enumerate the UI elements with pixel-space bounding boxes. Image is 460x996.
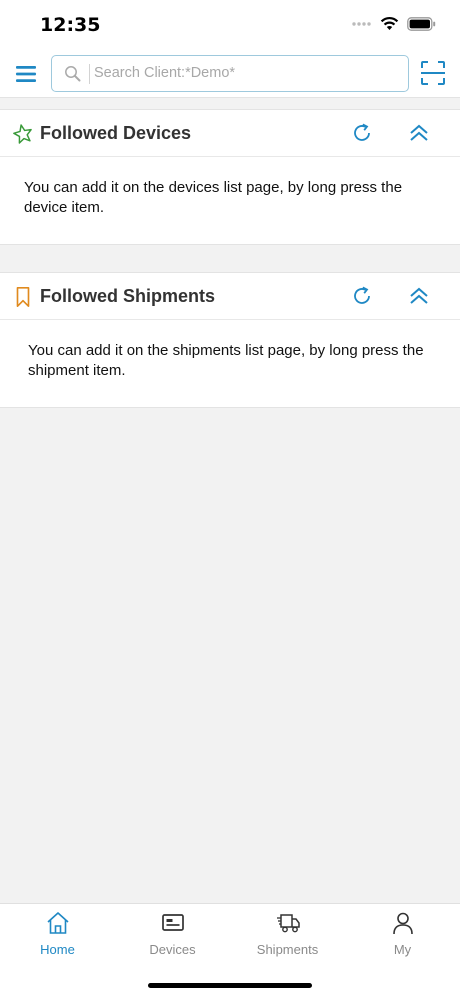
bookmark-outline-icon bbox=[16, 287, 30, 307]
search-box[interactable] bbox=[51, 55, 409, 92]
scan-button[interactable] bbox=[420, 60, 446, 86]
status-time: 12:35 bbox=[40, 14, 101, 36]
card-title: Followed Shipments bbox=[40, 286, 216, 306]
star-outline-icon bbox=[13, 124, 32, 144]
followed-shipments-header: Followed Shipments bbox=[0, 273, 460, 320]
card-title: Followed Devices bbox=[40, 123, 192, 143]
cellular-signal-icon bbox=[352, 21, 371, 26]
followed-devices-card: Followed Devices You can add it on the d… bbox=[0, 109, 460, 245]
search-input[interactable] bbox=[94, 57, 399, 89]
scan-icon bbox=[421, 61, 445, 85]
tab-shipments[interactable]: Shipments bbox=[230, 904, 345, 964]
hamburger-menu-icon bbox=[16, 66, 36, 82]
battery-icon bbox=[407, 16, 436, 31]
status-icons bbox=[352, 16, 436, 31]
followed-devices-header: Followed Devices bbox=[0, 110, 460, 157]
device-card-icon bbox=[162, 914, 184, 931]
wifi-icon bbox=[380, 17, 399, 30]
tab-home[interactable]: Home bbox=[0, 904, 115, 964]
refresh-devices-button[interactable] bbox=[351, 122, 373, 144]
tab-label: Shipments bbox=[256, 942, 319, 957]
refresh-icon bbox=[354, 286, 370, 304]
status-bar: 12:35 bbox=[0, 0, 460, 50]
tab-label: My bbox=[393, 942, 412, 957]
tab-my[interactable]: My bbox=[345, 904, 460, 964]
bottom-tab-bar: Home Devices Shipments My bbox=[0, 903, 460, 996]
refresh-shipments-button[interactable] bbox=[351, 285, 373, 307]
person-icon bbox=[393, 912, 413, 935]
home-indicator[interactable] bbox=[148, 983, 312, 988]
tab-label: Home bbox=[40, 942, 75, 957]
followed-shipments-message: You can add it on the shipments list pag… bbox=[28, 342, 424, 379]
collapse-devices-button[interactable] bbox=[408, 122, 430, 144]
home-icon bbox=[47, 912, 69, 934]
followed-shipments-card: Followed Shipments You can add it on the… bbox=[0, 272, 460, 408]
menu-button[interactable] bbox=[14, 62, 38, 86]
refresh-icon bbox=[354, 123, 370, 141]
double-chevron-up-icon bbox=[410, 287, 428, 304]
search-divider bbox=[89, 64, 90, 84]
tab-devices[interactable]: Devices bbox=[115, 904, 230, 964]
followed-devices-message: You can add it on the devices list page,… bbox=[24, 179, 403, 216]
top-bar bbox=[0, 50, 460, 98]
double-chevron-up-icon bbox=[410, 124, 428, 141]
truck-icon bbox=[277, 914, 300, 933]
tab-label: Devices bbox=[149, 942, 196, 957]
search-icon bbox=[65, 66, 81, 82]
collapse-shipments-button[interactable] bbox=[408, 285, 430, 307]
